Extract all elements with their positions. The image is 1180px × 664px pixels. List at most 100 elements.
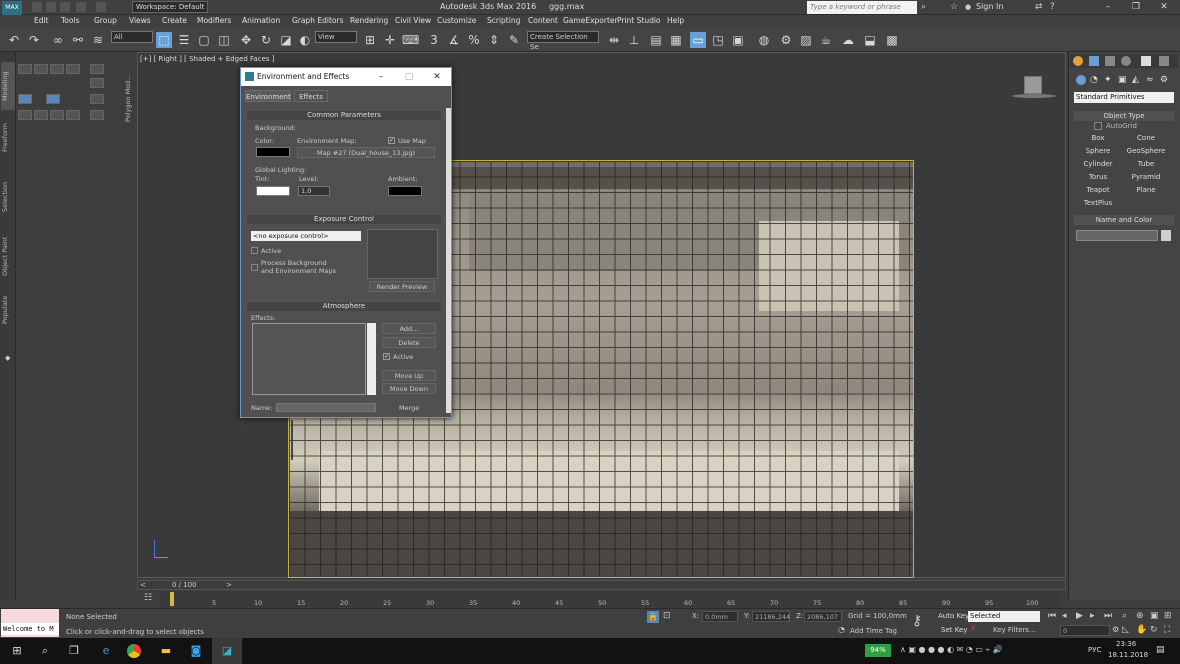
plane-button[interactable]: Plane bbox=[1124, 185, 1168, 196]
battery-indicator[interactable]: 94% bbox=[865, 644, 891, 657]
open-file-icon[interactable] bbox=[46, 2, 56, 12]
menu-gameexporter[interactable]: GameExporter bbox=[563, 16, 618, 25]
close-icon[interactable]: ✕ bbox=[1156, 1, 1172, 13]
delete-effect-button[interactable]: Delete bbox=[382, 337, 436, 348]
ribbon-button[interactable] bbox=[18, 64, 32, 74]
menu-customize[interactable]: Customize bbox=[437, 16, 476, 25]
edit-named-sel-icon[interactable]: ✎ bbox=[506, 32, 522, 48]
time-slider-prev-icon[interactable]: < bbox=[140, 581, 146, 589]
track-bar[interactable] bbox=[160, 591, 1060, 607]
tab-object-paint[interactable]: Object Paint bbox=[1, 234, 15, 278]
curve-editor-icon[interactable]: ◳ bbox=[710, 32, 726, 48]
menu-tools[interactable]: Tools bbox=[61, 16, 79, 25]
clock-date[interactable]: 18.11.2018 bbox=[1108, 651, 1148, 659]
task-view-icon[interactable]: ❐ bbox=[66, 643, 82, 659]
environment-map-button[interactable]: Map #27 (Dual_house_13.jpg) bbox=[297, 147, 435, 158]
dialog-minimize-icon[interactable]: – bbox=[374, 68, 388, 86]
ribbon-button[interactable] bbox=[34, 64, 48, 74]
edge-browser-icon[interactable]: e bbox=[98, 643, 114, 659]
object-color-swatch[interactable] bbox=[1161, 230, 1171, 241]
ref-coord-dropdown[interactable]: View bbox=[315, 31, 357, 43]
x-coordinate-field[interactable]: 0,0mm bbox=[702, 611, 738, 622]
tube-button[interactable]: Tube bbox=[1124, 159, 1168, 170]
zoom-extents-all-icon[interactable]: ⊞ bbox=[1164, 611, 1172, 621]
process-background-checkbox[interactable] bbox=[251, 264, 258, 271]
edge-mode-button[interactable] bbox=[46, 94, 60, 104]
menu-group[interactable]: Group bbox=[94, 16, 117, 25]
menu-help[interactable]: Help bbox=[667, 16, 684, 25]
pivot-center-icon[interactable]: ⊞ bbox=[362, 32, 378, 48]
cylinder-button[interactable]: Cylinder bbox=[1076, 159, 1120, 170]
ribbon-button[interactable] bbox=[90, 78, 104, 88]
lights-icon[interactable]: ✦ bbox=[1104, 75, 1112, 85]
chrome-icon[interactable] bbox=[127, 644, 141, 658]
layer-explorer-icon[interactable]: ▤ bbox=[648, 32, 664, 48]
rotate-icon[interactable]: ↻ bbox=[258, 32, 274, 48]
exposure-dropdown[interactable]: <no exposure control> bbox=[251, 231, 361, 241]
help-icon[interactable]: ? bbox=[1050, 2, 1055, 12]
box-button[interactable]: Box bbox=[1076, 133, 1120, 144]
tab-effects[interactable]: Effects bbox=[294, 90, 328, 102]
redo-icon[interactable] bbox=[96, 2, 106, 12]
current-frame-field[interactable]: 0 bbox=[1060, 625, 1110, 636]
ribbon-button[interactable] bbox=[34, 110, 48, 120]
percent-snap-icon[interactable]: % bbox=[466, 32, 482, 48]
keyboard-shortcut-icon[interactable]: ⌨ bbox=[402, 32, 419, 48]
menu-content[interactable]: Content bbox=[528, 16, 558, 25]
ribbon-button[interactable] bbox=[90, 94, 104, 104]
menu-scripting[interactable]: Scripting bbox=[487, 16, 520, 25]
save-file-icon[interactable] bbox=[60, 2, 70, 12]
geometry-icon[interactable] bbox=[1076, 75, 1086, 85]
snap-toggle-icon[interactable]: 3 bbox=[426, 32, 442, 48]
window-crossing-icon[interactable]: ◫ bbox=[216, 32, 232, 48]
time-slider-next-icon[interactable]: > bbox=[226, 581, 232, 589]
common-parameters-rollout[interactable]: Common Parameters bbox=[247, 111, 441, 120]
play-icon[interactable]: ▶ bbox=[1076, 611, 1090, 623]
layer-manager-icon[interactable]: ▦ bbox=[668, 32, 684, 48]
torus-button[interactable]: Torus bbox=[1076, 172, 1120, 183]
dialog-scrollbar[interactable] bbox=[446, 108, 451, 413]
z-coordinate-field[interactable]: 2086,107 bbox=[804, 611, 842, 622]
select-object-icon[interactable]: ⬚ bbox=[156, 32, 172, 48]
material-editor-icon[interactable]: ◍ bbox=[756, 32, 772, 48]
sign-in-link[interactable]: Sign In bbox=[976, 2, 1003, 11]
ribbon-button[interactable] bbox=[66, 64, 80, 74]
create-tab-icon[interactable] bbox=[1073, 56, 1083, 66]
minimize-icon[interactable]: – bbox=[1100, 1, 1116, 13]
ribbon-button[interactable] bbox=[66, 110, 80, 120]
effects-list[interactable] bbox=[252, 323, 366, 395]
fov-icon[interactable]: ◺ bbox=[1122, 625, 1129, 635]
maximize-viewport-icon[interactable]: ⛶ bbox=[1164, 625, 1170, 635]
spinner-snap-icon[interactable]: ⇕ bbox=[486, 32, 502, 48]
select-manipulate-icon[interactable]: ✛ bbox=[382, 32, 398, 48]
ribbon-button[interactable] bbox=[18, 110, 32, 120]
tab-environment[interactable]: Environment bbox=[245, 90, 291, 102]
add-effect-button[interactable]: Add... bbox=[382, 323, 436, 334]
selection-filter-dropdown[interactable]: All bbox=[111, 31, 153, 43]
atmosphere-rollout[interactable]: Atmosphere bbox=[247, 302, 441, 311]
add-time-tag[interactable]: Add Time Tag bbox=[850, 627, 897, 635]
goto-start-icon[interactable]: ⏮ bbox=[1048, 611, 1062, 623]
viewcube[interactable] bbox=[1012, 74, 1056, 100]
undo-icon[interactable]: ↶ bbox=[6, 32, 22, 48]
render-preview-button[interactable]: Render Preview bbox=[369, 281, 435, 292]
windows-start-icon[interactable]: ⊞ bbox=[9, 643, 25, 659]
auto-key-button[interactable]: Auto Key bbox=[938, 612, 969, 620]
next-frame-icon[interactable]: ▸ bbox=[1090, 611, 1104, 623]
ribbon-button[interactable] bbox=[50, 64, 64, 74]
systems-icon[interactable]: ⚙ bbox=[1160, 75, 1168, 85]
dialog-close-icon[interactable]: ✕ bbox=[430, 68, 444, 86]
effect-name-input[interactable] bbox=[276, 403, 376, 412]
level-spinner[interactable]: 1,0 bbox=[298, 186, 330, 196]
move-icon[interactable]: ✥ bbox=[238, 32, 254, 48]
render-icon[interactable]: ☕ bbox=[818, 32, 834, 48]
polygon-modeling-tab[interactable]: Polygon Mod... bbox=[124, 62, 136, 122]
display-tab-icon[interactable] bbox=[1141, 56, 1151, 66]
time-config-icon[interactable]: ⚙ bbox=[1112, 625, 1119, 634]
binoculars-icon[interactable]: ⌕ bbox=[921, 2, 926, 12]
viewport-icon[interactable]: ▩ bbox=[884, 32, 900, 48]
utilities-tab-icon[interactable] bbox=[1159, 56, 1169, 66]
rendered-frame-icon[interactable]: ▨ bbox=[798, 32, 814, 48]
menu-rendering[interactable]: Rendering bbox=[350, 16, 388, 25]
use-map-checkbox[interactable]: ✓ bbox=[388, 137, 395, 144]
